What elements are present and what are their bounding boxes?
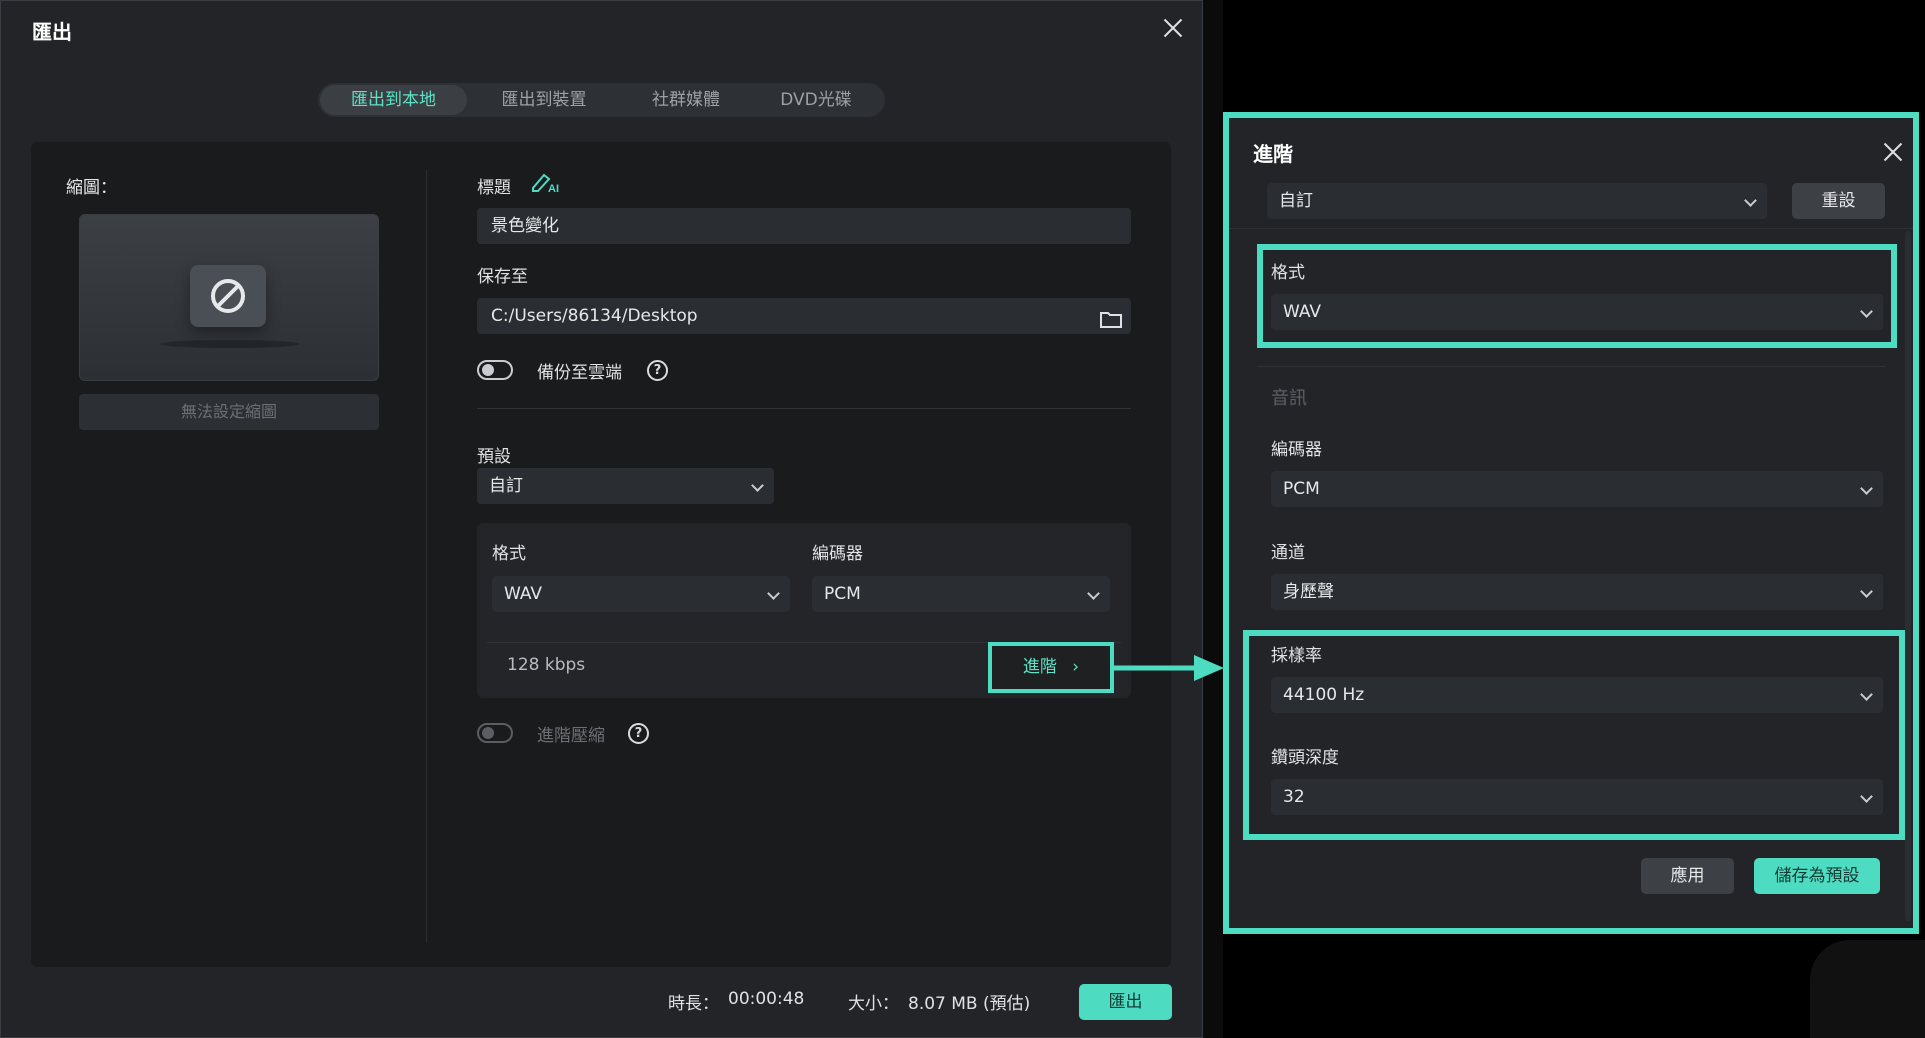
bit-depth-value: 32 [1283,787,1305,807]
chevron-down-icon [1860,688,1873,701]
sample-rate-label: 採樣率 [1271,646,1322,666]
export-tabs: 匯出到本地 匯出到裝置 社群媒體 DVD光碟 [318,83,885,117]
chevron-down-icon [1860,585,1873,598]
encoder-label: 編碼器 [812,544,863,564]
chevron-down-icon [767,587,780,600]
section-divider [1257,366,1885,367]
export-button[interactable]: 匯出 [1079,984,1172,1020]
chevron-down-icon [1860,305,1873,318]
background-shape [1810,940,1925,1038]
channel-value: 身歷聲 [1283,582,1334,602]
help-icon[interactable]: ? [628,723,649,744]
save-path-value: C:/Users/86134/Desktop [491,306,698,326]
ai-pen-icon[interactable]: AI [530,170,562,198]
bit-depth-select[interactable]: 32 [1271,779,1883,815]
background-edge [1203,0,1223,1038]
save-to-label: 保存至 [477,267,528,287]
size-value: 8.07 MB (預估) [908,994,1031,1014]
format-value: WAV [504,584,543,604]
chevron-right-icon: › [1072,657,1080,677]
sample-rate-select[interactable]: 44100 Hz [1271,677,1883,713]
tab-export-device[interactable]: 匯出到裝置 [467,85,621,115]
bit-depth-label: 鑽頭深度 [1271,748,1339,768]
svg-text:AI: AI [548,183,559,194]
reset-button[interactable]: 重設 [1792,183,1885,219]
advanced-panel: 進階 自訂 重設 格式 WAV 音訊 編碼器 PCM 通道 身歷聲 採樣率 44… [1223,112,1919,934]
advanced-encoder-value: PCM [1283,479,1320,499]
help-icon[interactable]: ? [647,360,668,381]
dialog-title: 匯出 [32,20,72,44]
header-divider [1229,228,1913,229]
duration-value: 00:00:48 [728,989,805,1009]
scrollbar[interactable] [1905,231,1911,921]
advanced-encoder-label: 編碼器 [1271,440,1322,460]
tab-social-media[interactable]: 社群媒體 [621,85,751,115]
panel-divider [426,170,427,943]
advanced-button-label: 進階 [1022,657,1057,677]
chevron-down-icon [1087,587,1100,600]
advanced-format-label: 格式 [1271,263,1305,283]
close-icon[interactable] [1879,138,1907,166]
cloud-backup-toggle[interactable] [477,360,513,380]
size-label: 大小： [848,994,899,1014]
advanced-format-value: WAV [1283,302,1322,322]
bitrate-label: 128 kbps [507,655,586,675]
format-select[interactable]: WAV [492,576,790,612]
duration-label: 時長： [668,994,719,1014]
advanced-preset-select[interactable]: 自訂 [1267,183,1767,219]
thumbnail-label: 縮圖： [66,178,117,198]
format-label: 格式 [492,544,526,564]
save-path-input[interactable]: C:/Users/86134/Desktop [477,298,1131,334]
advanced-compression-toggle[interactable] [477,723,513,743]
save-preset-button[interactable]: 儲存為預設 [1754,858,1880,894]
audio-section-title: 音訊 [1271,388,1307,409]
channel-select[interactable]: 身歷聲 [1271,574,1883,610]
advanced-encoder-select[interactable]: PCM [1271,471,1883,507]
preset-value: 自訂 [489,476,523,496]
folder-icon[interactable] [1099,306,1123,342]
cloud-backup-label: 備份至雲端 [537,363,622,383]
encoder-value: PCM [824,584,861,604]
set-thumbnail-button: 無法設定縮圖 [79,394,379,430]
no-thumbnail-icon [190,265,266,327]
export-dialog: 匯出 匯出到本地 匯出到裝置 社群媒體 DVD光碟 縮圖： 無法設定縮圖 標題 … [0,0,1203,1038]
advanced-preset-value: 自訂 [1279,191,1313,211]
section-divider [477,408,1131,409]
chevron-down-icon [1860,482,1873,495]
chevron-down-icon [1860,790,1873,803]
close-icon[interactable] [1159,14,1187,42]
thumbnail-preview [79,214,379,381]
advanced-compression-label: 進階壓縮 [537,726,605,746]
channel-label: 通道 [1271,543,1305,563]
apply-button[interactable]: 應用 [1641,858,1734,894]
encoder-select[interactable]: PCM [812,576,1110,612]
advanced-button[interactable]: 進階 › [988,642,1114,693]
chevron-down-icon [751,479,764,492]
advanced-panel-title: 進階 [1253,142,1293,166]
advanced-format-select[interactable]: WAV [1271,294,1883,330]
tab-dvd[interactable]: DVD光碟 [751,85,881,115]
chevron-down-icon [1744,194,1757,207]
preset-label: 預設 [477,447,511,467]
title-input[interactable]: 景色變化 [477,208,1131,244]
sample-rate-value: 44100 Hz [1283,685,1365,705]
preset-select[interactable]: 自訂 [477,468,774,504]
tab-export-local[interactable]: 匯出到本地 [320,85,467,115]
title-label: 標題 [477,178,511,198]
thumbnail-shadow [160,340,300,348]
connector-arrow-icon [1110,655,1224,681]
